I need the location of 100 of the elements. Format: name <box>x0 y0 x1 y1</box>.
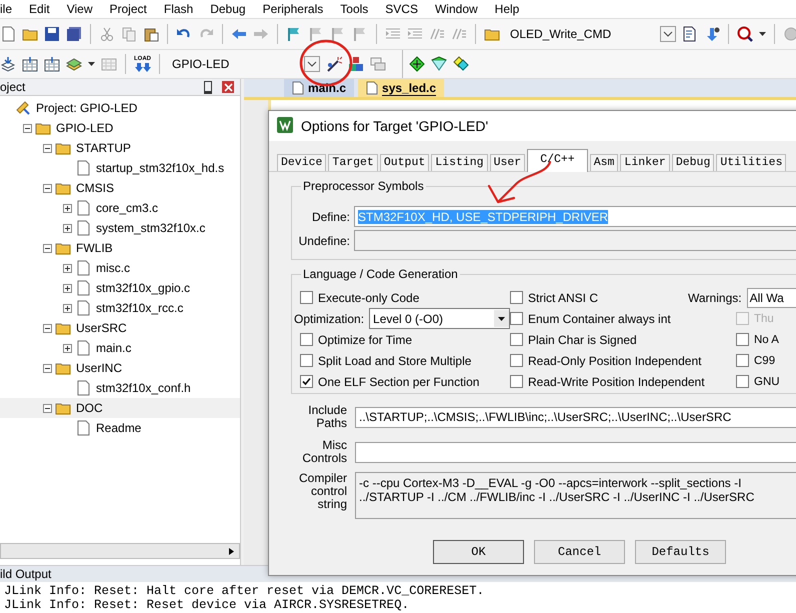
dialog-tab[interactable]: Utilities <box>716 154 786 171</box>
menu-item[interactable]: Project <box>102 2 156 16</box>
checkbox[interactable] <box>736 375 749 388</box>
tree-item[interactable]: core_cm3.c <box>94 200 160 216</box>
tree-item[interactable]: CMSIS <box>74 180 116 196</box>
dialog-tab[interactable]: Asm <box>590 154 618 171</box>
close-icon[interactable] <box>222 81 234 93</box>
menu-item[interactable]: SVCS <box>377 2 427 16</box>
magic-wand-icon[interactable] <box>326 56 342 72</box>
document-search-icon[interactable] <box>682 26 698 42</box>
dialog-tab[interactable]: Target <box>328 154 378 171</box>
tree-item[interactable]: main.c <box>94 340 134 356</box>
menu-item[interactable]: Window <box>426 2 487 16</box>
tree-item[interactable]: Readme <box>94 420 144 436</box>
optimization-dropdown[interactable]: Level 0 (-O0) <box>369 308 510 329</box>
flag-icon[interactable] <box>330 26 346 42</box>
windows-icon[interactable] <box>370 56 386 72</box>
undefine-field[interactable] <box>354 230 796 251</box>
menu-item[interactable]: Tools <box>332 2 378 16</box>
dialog-tab[interactable]: Listing <box>431 154 488 171</box>
pin-icon[interactable] <box>204 80 212 94</box>
dialog-tab[interactable]: User <box>490 154 526 171</box>
checkbox[interactable] <box>300 333 313 346</box>
layers-icon[interactable] <box>66 56 82 72</box>
warnings-field[interactable]: All Wa <box>746 288 796 308</box>
colored-blocks-icon[interactable] <box>348 56 364 72</box>
checkbox[interactable] <box>510 354 523 367</box>
paste-icon[interactable] <box>143 26 159 42</box>
checkbox[interactable] <box>300 375 313 388</box>
expand-icon[interactable] <box>63 284 72 292</box>
dialog-button[interactable]: Defaults <box>635 540 726 564</box>
menu-item[interactable]: Peripherals <box>254 2 332 16</box>
expand-icon[interactable] <box>63 304 72 312</box>
funnel-icon[interactable] <box>431 56 447 72</box>
grid-download-icon[interactable] <box>44 56 60 72</box>
function-dropdown[interactable]: OLED_Write_CMD <box>506 24 676 44</box>
checkbox[interactable] <box>510 312 523 325</box>
tree-item[interactable]: stm32f10x_conf.h <box>94 380 193 396</box>
search-icon[interactable] <box>737 26 753 42</box>
collapse-icon[interactable] <box>43 404 52 412</box>
collapse-icon[interactable] <box>43 364 52 372</box>
tree-item[interactable]: UserSRC <box>74 320 129 336</box>
expand-icon[interactable] <box>63 224 72 232</box>
expand-icon[interactable] <box>63 344 72 352</box>
collapse-icon[interactable] <box>43 324 52 332</box>
menu-item[interactable]: Debug <box>202 2 255 16</box>
collapse-icon[interactable] <box>43 184 52 192</box>
menu-item[interactable]: View <box>58 2 102 16</box>
target-dropdown[interactable]: GPIO-LED <box>168 54 320 74</box>
editor-tab[interactable]: sys_led.c <box>358 79 444 97</box>
dialog-tab[interactable]: C/C++ <box>527 149 588 172</box>
checkbox[interactable] <box>736 354 749 367</box>
tree-item[interactable]: Project: GPIO-LED <box>34 100 140 116</box>
stack-download-icon[interactable] <box>0 56 16 72</box>
tree-item[interactable]: UserINC <box>74 360 124 376</box>
expand-icon[interactable] <box>63 264 72 272</box>
collapse-icon[interactable] <box>43 144 52 152</box>
dialog-tab[interactable]: Debug <box>672 154 714 171</box>
checkbox[interactable] <box>510 375 523 388</box>
caret-icon[interactable] <box>759 32 766 36</box>
checkbox[interactable] <box>300 354 313 367</box>
editor-tab[interactable]: main.c <box>284 79 354 97</box>
collapse-icon[interactable] <box>23 124 32 132</box>
checkbox[interactable] <box>510 333 523 346</box>
menu-item[interactable]: Flash <box>156 2 202 16</box>
checkbox[interactable] <box>736 333 749 346</box>
save-all-icon[interactable] <box>66 26 82 42</box>
dropdown-icon[interactable] <box>494 310 509 327</box>
dialog-tab[interactable]: Device <box>277 154 326 171</box>
dropdown-icon[interactable] <box>660 26 676 42</box>
save-icon[interactable] <box>44 26 60 42</box>
cut-icon[interactable] <box>99 26 115 42</box>
diamond-icon[interactable] <box>409 56 425 72</box>
tree-item[interactable]: GPIO-LED <box>54 120 116 136</box>
tree-item[interactable]: STARTUP <box>74 140 133 156</box>
caret-icon[interactable] <box>88 62 95 66</box>
expand-icon[interactable] <box>63 204 72 212</box>
diamonds-icon[interactable] <box>453 56 469 72</box>
new-file-icon[interactable] <box>0 26 16 42</box>
flag-icon[interactable] <box>308 26 324 42</box>
tree-item[interactable]: stm32f10x_gpio.c <box>94 280 192 296</box>
dropdown-icon[interactable] <box>304 56 320 72</box>
misc-controls-field[interactable] <box>355 442 796 462</box>
menu-item[interactable]: Help <box>486 2 528 16</box>
dialog-button[interactable]: Cancel <box>534 540 625 564</box>
menu-item[interactable]: Edit <box>21 2 59 16</box>
menu-item[interactable]: ile <box>0 2 22 16</box>
checkbox[interactable] <box>300 291 313 304</box>
include-paths-field[interactable]: ..\STARTUP;..\CMSIS;..\FWLIB\inc;..\UserSRC;..\UserINC;..\UserSRC <box>355 406 796 428</box>
horizontal-scrollbar[interactable] <box>0 543 240 559</box>
back-arrow-icon[interactable] <box>231 26 247 42</box>
tree-item[interactable]: misc.c <box>94 260 132 276</box>
collapse-icon[interactable] <box>43 244 52 252</box>
dialog-tab[interactable]: Linker <box>620 154 670 171</box>
dialog-tab[interactable]: Output <box>380 154 430 171</box>
checkbox[interactable] <box>510 291 523 304</box>
tree-item[interactable]: system_stm32f10x.c <box>94 220 208 236</box>
tree-item[interactable]: DOC <box>74 400 105 416</box>
flag-icon[interactable] <box>286 26 302 42</box>
dialog-button[interactable]: OK <box>433 540 524 564</box>
